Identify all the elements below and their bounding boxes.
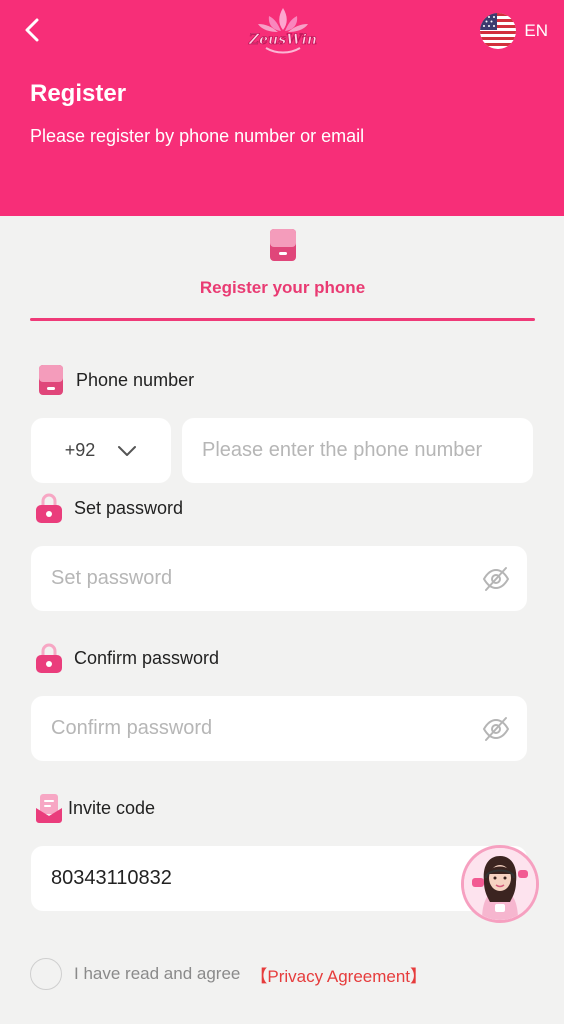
header: ZeusWin EN Register Please register by p… — [0, 0, 564, 216]
customer-service-avatar-icon — [464, 848, 536, 920]
invite-code-box — [31, 846, 527, 911]
chevron-left-icon — [25, 18, 39, 42]
page-title: Register — [30, 80, 127, 107]
invite-code-input[interactable] — [51, 867, 527, 890]
tab-underline — [30, 318, 535, 321]
tab-register-phone[interactable]: Register your phone — [30, 222, 535, 322]
password-label: Set password — [74, 497, 184, 518]
phone-label: Phone number — [76, 369, 195, 390]
eye-off-icon[interactable] — [481, 564, 511, 594]
invite-label: Invite code — [68, 797, 156, 818]
chevron-down-icon — [118, 445, 137, 456]
phone-icon — [39, 365, 63, 395]
svg-text:ZeusWin: ZeusWin — [248, 32, 317, 48]
eye-off-icon[interactable] — [481, 714, 511, 744]
password-input[interactable] — [51, 567, 481, 590]
agreement-row: I have read and agree 【Privacy Agreement… — [30, 958, 427, 990]
phone-label-row: Phone number — [36, 364, 194, 396]
password-input-box — [31, 546, 527, 611]
confirm-password-label-row: Confirm password — [34, 642, 219, 674]
phone-input-box — [182, 418, 533, 483]
lotus-logo-icon: ZeusWin — [248, 8, 317, 54]
agreement-text: I have read and agree — [74, 964, 241, 983]
phone-icon — [270, 229, 296, 261]
page-subtitle: Please register by phone number or email — [30, 126, 365, 146]
agree-checkbox[interactable] — [30, 958, 62, 990]
country-code-value: +92 — [64, 440, 96, 460]
password-label-row: Set password — [34, 492, 183, 524]
country-code-select[interactable]: +92 — [31, 418, 171, 483]
lock-icon — [36, 643, 62, 673]
invite-code-icon — [36, 794, 62, 823]
back-button[interactable] — [18, 14, 50, 46]
confirm-password-label: Confirm password — [74, 647, 220, 668]
lock-icon — [36, 493, 62, 523]
language-label: EN — [524, 21, 548, 40]
confirm-password-input-box — [31, 696, 527, 761]
us-flag-icon — [480, 13, 517, 49]
language-selector[interactable]: EN — [480, 12, 548, 50]
confirm-password-input[interactable] — [51, 717, 481, 740]
invite-label-row: Invite code — [34, 792, 155, 824]
logo: ZeusWin — [236, 4, 330, 58]
privacy-agreement-link[interactable]: 【Privacy Agreement】 — [250, 962, 427, 987]
tab-label: Register your phone — [199, 278, 366, 297]
phone-input[interactable] — [202, 439, 533, 462]
customer-service-button[interactable] — [461, 845, 539, 923]
